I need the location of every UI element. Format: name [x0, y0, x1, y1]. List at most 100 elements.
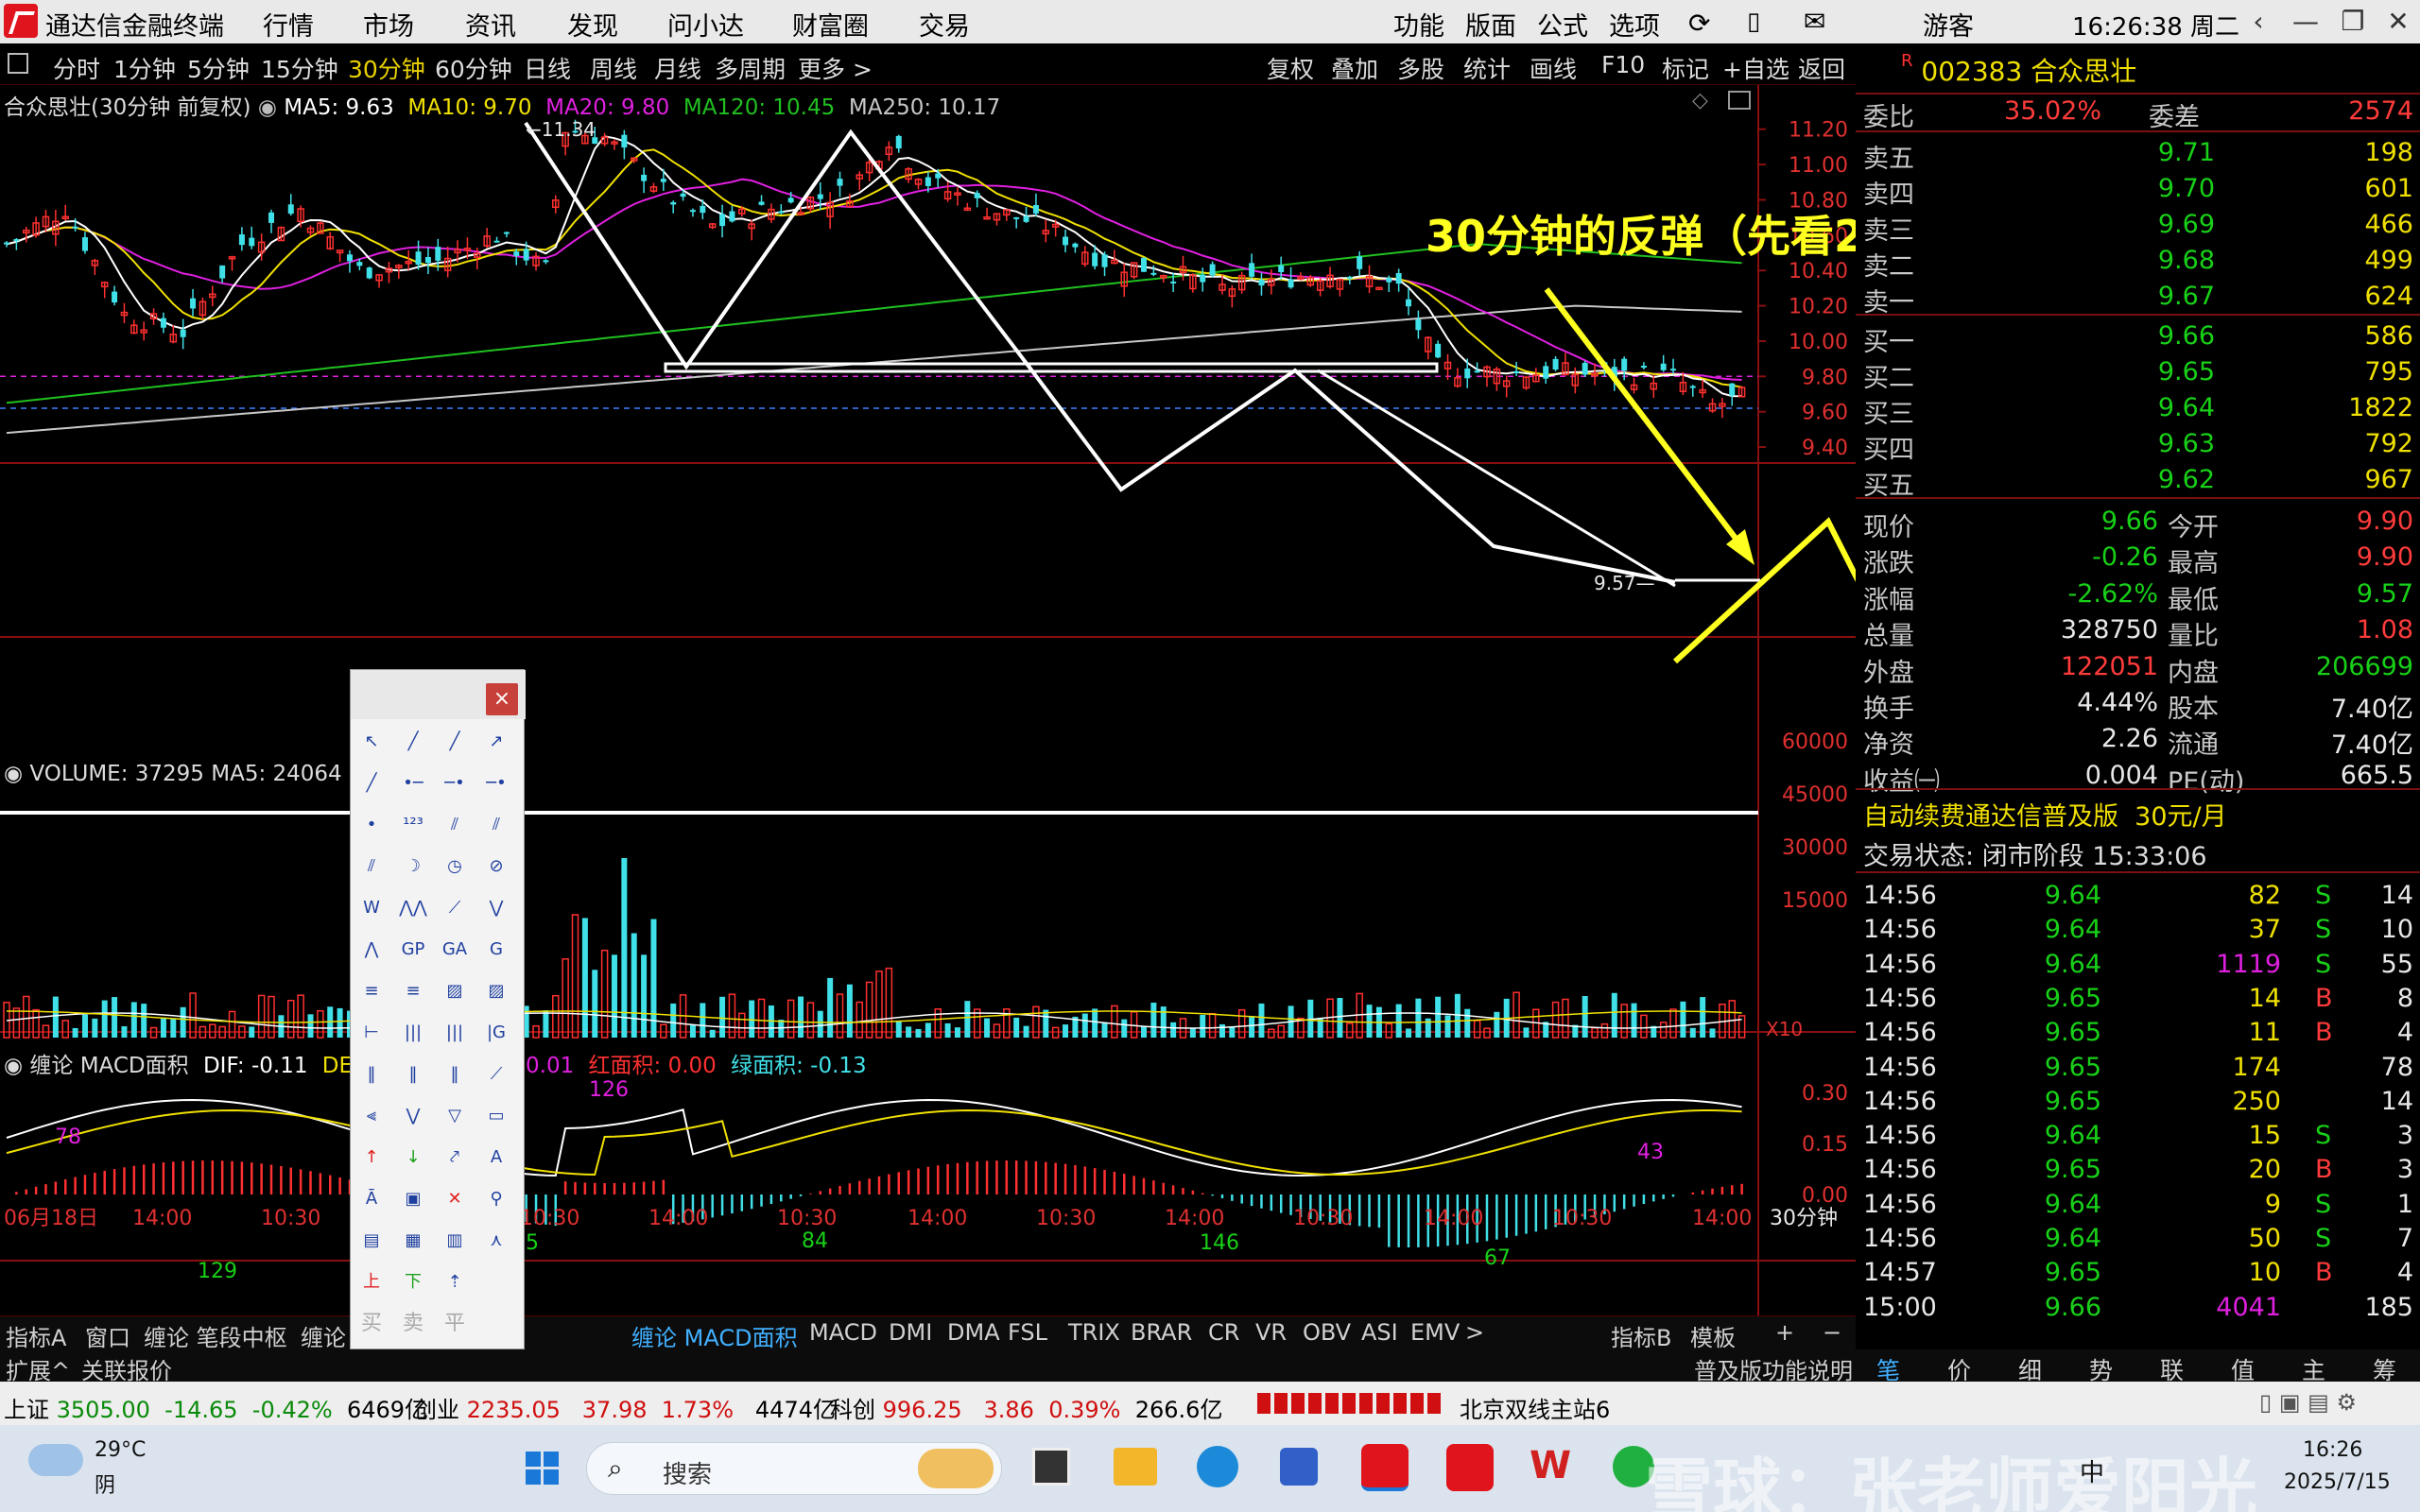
tool-tongji[interactable]: 统计 — [1463, 51, 1511, 85]
indicator-tab[interactable]: DMI — [889, 1319, 932, 1346]
order-row[interactable]: 买三 9.64 1822 — [1856, 389, 2420, 429]
palette-tool-icon[interactable]: ↖ — [356, 727, 387, 757]
tool-zixuan[interactable]: +自选 — [1722, 51, 1789, 85]
palette-tool-icon[interactable]: ‖ — [356, 1059, 387, 1090]
windows-start-icon[interactable] — [526, 1452, 560, 1486]
palette-tool-icon[interactable]: ⫽ — [481, 810, 511, 840]
menu-shichang[interactable]: 市场 — [363, 6, 414, 43]
layout-icon[interactable] — [8, 53, 28, 74]
tab-kuozhan[interactable]: 扩展^ — [6, 1352, 70, 1385]
tool-duogu[interactable]: 多股 — [1397, 51, 1444, 85]
palette-tool-icon[interactable]: ▨ — [481, 976, 511, 1006]
order-row[interactable]: 卖一 9.67 624 — [1856, 278, 2420, 318]
palette-tool-icon[interactable]: ▨ — [440, 976, 470, 1006]
palette-tool-icon[interactable]: ▭ — [481, 1101, 511, 1131]
order-row[interactable]: 卖五 9.71 198 — [1856, 134, 2420, 174]
indicator-tab[interactable]: DMA — [947, 1319, 1000, 1346]
palette-tool-icon[interactable]: • — [356, 810, 387, 840]
palette-tool-icon[interactable]: ¹²³ — [398, 810, 428, 840]
tool-huaxian[interactable]: 画线 — [1530, 51, 1577, 85]
palette-tool-icon[interactable]: ↗ — [481, 727, 511, 757]
palette-tool-icon[interactable]: G — [481, 935, 511, 965]
store-icon[interactable] — [1280, 1448, 1318, 1486]
task-view-icon[interactable] — [1032, 1448, 1070, 1486]
palette-tool-icon[interactable]: ⋀⋀ — [398, 893, 428, 923]
menu-hangqing[interactable]: 行情 — [263, 6, 314, 43]
palette-tool-icon[interactable]: •─ — [398, 768, 428, 799]
menu-wenxiaoda[interactable]: 问小达 — [667, 6, 744, 43]
index-sh[interactable]: 上证 3505.00 -14.65 -0.42% 6469亿 — [4, 1391, 427, 1424]
palette-tool-icon[interactable]: ⫽ — [440, 810, 470, 840]
mail-icon[interactable]: ✉ — [1804, 6, 1825, 37]
palette-tool-icon[interactable]: W — [356, 893, 387, 923]
palette-tool-icon[interactable]: ⊢ — [356, 1018, 387, 1048]
period-day[interactable]: 日线 — [524, 51, 571, 85]
palette-tool-icon[interactable]: 下 — [398, 1267, 428, 1297]
stock-title[interactable]: R 002383 合众思壮 — [1901, 51, 2136, 89]
order-row[interactable]: 卖四 9.70 601 — [1856, 170, 2420, 210]
palette-tool-icon[interactable]: ✕ — [440, 1184, 470, 1214]
lang-indicator[interactable]: 中 — [2080, 1453, 2104, 1488]
index-cy[interactable]: 创业 2235.05 37.98 1.73% 4474亿 — [414, 1391, 836, 1424]
drawing-tool-palette[interactable]: × ↖ ╱ ╱ ↗ ╱ •─ ─• ─• • ¹²³ ⫽ ⫽ ⫽ ☽ ◷ ⊘ W ⋀⋀ ⟋ ⋁ ⋀ GP GA G ≡ ≡ ▨ ▨ ⊢ |… — [350, 669, 526, 1349]
indicator-tab[interactable]: EMV — [1410, 1319, 1460, 1346]
volume-toggle-icon[interactable]: ◉ — [4, 762, 29, 786]
taskbar-search[interactable]: ⌕ 搜索 — [586, 1442, 1002, 1495]
panel-toggle-icon[interactable] — [1728, 91, 1751, 110]
edge-browser-icon[interactable] — [1197, 1446, 1238, 1487]
diamond-icon[interactable]: ◇ — [1692, 89, 1708, 112]
tool-fanhui[interactable]: 返回 — [1798, 51, 1845, 85]
indicator-tab[interactable]: 缠论 MACD面积 — [631, 1319, 798, 1352]
palette-tool-icon[interactable]: ⟋ — [481, 1059, 511, 1090]
palette-close-button[interactable]: × — [486, 683, 518, 715]
palette-tool-icon[interactable]: ≡ — [398, 976, 428, 1006]
period-5min[interactable]: 5分钟 — [187, 51, 250, 85]
status-icons[interactable]: ▯ ▣ ▤ ⚙ — [2259, 1389, 2357, 1416]
palette-tool-icon[interactable]: GP — [398, 935, 428, 965]
indicator-tab[interactable]: 缠论 笔段中枢 — [144, 1319, 287, 1352]
indicator-tab[interactable]: OBV — [1303, 1319, 1351, 1346]
tool-diejia[interactable]: 叠加 — [1331, 51, 1378, 85]
palette-tool-icon[interactable]: Ā — [356, 1184, 387, 1214]
palette-tool-icon[interactable]: ▤ — [356, 1226, 387, 1256]
palette-tool-icon[interactable]: ≡ — [356, 976, 387, 1006]
ma-toggle-icon[interactable]: ◉ — [258, 95, 284, 120]
palette-tool-icon[interactable]: ⊘ — [481, 851, 511, 882]
order-row[interactable]: 卖二 9.68 499 — [1856, 242, 2420, 282]
tool-fuquan[interactable]: 复权 — [1267, 51, 1314, 85]
palette-trade-label[interactable]: 平 — [440, 1309, 470, 1339]
palette-tool-icon[interactable]: ⋁ — [481, 893, 511, 923]
menu-gongshi[interactable]: 公式 — [1537, 6, 1588, 43]
refresh-icon[interactable]: ⟳ — [1688, 8, 1710, 39]
weather-temp[interactable]: 29°C — [95, 1438, 146, 1462]
palette-tool-icon[interactable]: 上 — [356, 1267, 387, 1297]
period-month[interactable]: 月线 — [654, 51, 701, 85]
index-kc[interactable]: 科创 996.25 3.86 0.39% 266.6亿 — [830, 1391, 1222, 1424]
palette-tool-icon[interactable]: |G — [481, 1018, 511, 1048]
palette-tool-icon[interactable]: ▽ — [440, 1101, 470, 1131]
palette-trade-label[interactable]: 买 — [356, 1309, 387, 1339]
indicator-tab[interactable]: BRAR — [1131, 1319, 1192, 1346]
promo-banner[interactable]: 自动续费通达信普及版 30元/月 — [1863, 796, 2227, 833]
period-60min[interactable]: 60分钟 — [435, 51, 512, 85]
indicator-tab[interactable]: MACD — [809, 1319, 877, 1346]
indicator-tab[interactable]: 指标A — [6, 1319, 66, 1352]
palette-tool-icon[interactable]: ☽ — [398, 851, 428, 882]
period-more[interactable]: 更多 > — [798, 51, 873, 85]
phone-icon[interactable]: ▯ — [1747, 8, 1760, 36]
menu-zixun[interactable]: 资讯 — [465, 6, 516, 43]
server-label[interactable]: 北京双线主站6 — [1460, 1391, 1610, 1424]
palette-tool-icon[interactable]: GA — [440, 935, 470, 965]
taskbar-date[interactable]: 2025/7/15 — [2284, 1470, 2391, 1494]
indicator-tab[interactable]: VR — [1255, 1319, 1287, 1346]
palette-tool-icon[interactable]: ‖ — [440, 1059, 470, 1090]
palette-tool-icon[interactable]: ▦ — [398, 1226, 428, 1256]
palette-tool-icon[interactable]: ||| — [440, 1018, 470, 1048]
period-15min[interactable]: 15分钟 — [261, 51, 338, 85]
order-row[interactable]: 买四 9.63 792 — [1856, 425, 2420, 465]
period-30min[interactable]: 30分钟 — [348, 51, 425, 85]
period-fenshi[interactable]: 分时 — [53, 51, 100, 85]
palette-tool-icon[interactable]: ⇡ — [440, 1267, 470, 1297]
menu-gongneng[interactable]: 功能 — [1393, 6, 1444, 43]
palette-tool-icon[interactable]: ⟋ — [440, 893, 470, 923]
